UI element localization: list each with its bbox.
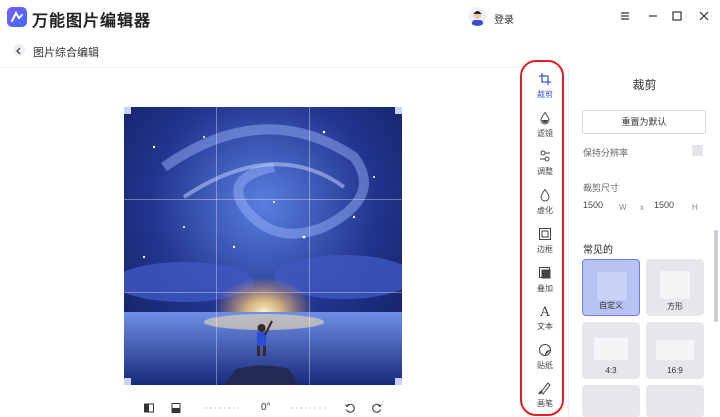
crop-grid-line bbox=[124, 292, 402, 293]
preset-thumbnail bbox=[594, 338, 628, 360]
preset-thumbnail bbox=[597, 272, 627, 300]
avatar[interactable] bbox=[468, 7, 487, 26]
crop-handle[interactable] bbox=[395, 378, 402, 385]
width-unit: W bbox=[619, 203, 627, 212]
tool-label: 滤镜 bbox=[537, 129, 553, 138]
text-icon: A bbox=[539, 305, 550, 318]
tool-adjust[interactable]: 调整 bbox=[525, 149, 565, 177]
minimize-icon[interactable] bbox=[646, 9, 660, 23]
menu-icon[interactable] bbox=[618, 9, 632, 23]
tool-label: 裁剪 bbox=[537, 90, 553, 99]
tool-label: 文本 bbox=[537, 322, 553, 331]
panel-scrollbar[interactable] bbox=[714, 230, 718, 322]
flip-horizontal-icon[interactable] bbox=[143, 402, 155, 414]
preset-custom[interactable]: 自定义 bbox=[582, 259, 640, 316]
common-ratios-heading: 常见的 bbox=[583, 245, 613, 256]
height-input[interactable]: 1500 bbox=[654, 200, 674, 210]
divider bbox=[0, 67, 520, 68]
keep-resolution-checkbox[interactable] bbox=[692, 145, 703, 156]
flip-vertical-icon[interactable] bbox=[170, 402, 182, 414]
layers-icon bbox=[539, 267, 551, 279]
preset-4-3[interactable]: 4:3 bbox=[582, 322, 640, 379]
sticker-icon bbox=[539, 344, 551, 356]
tool-brush[interactable]: 画笔 bbox=[525, 381, 565, 409]
maximize-icon[interactable] bbox=[670, 9, 684, 23]
preset-label: 4:3 bbox=[605, 366, 617, 375]
crop-handle[interactable] bbox=[395, 107, 402, 114]
back-button[interactable] bbox=[13, 44, 25, 56]
preset-16-9[interactable]: 16:9 bbox=[646, 322, 704, 379]
reset-default-button[interactable]: 重置为默认 bbox=[582, 110, 706, 134]
preset-label: 方形 bbox=[667, 302, 683, 311]
preset-thumbnail bbox=[660, 271, 690, 299]
brush-icon bbox=[538, 382, 551, 395]
preset-square[interactable]: 方形 bbox=[646, 259, 704, 316]
tool-crop[interactable]: 裁剪 bbox=[525, 72, 565, 100]
crop-grid-line bbox=[309, 107, 310, 385]
panel-title: 裁剪 bbox=[632, 78, 657, 92]
tool-label: 调整 bbox=[537, 167, 553, 176]
crop-grid-line bbox=[124, 199, 402, 200]
blur-drop-icon bbox=[540, 188, 550, 202]
breadcrumb: 图片综合编辑 bbox=[33, 47, 99, 59]
height-unit: H bbox=[692, 203, 698, 212]
app-logo-icon bbox=[7, 7, 27, 27]
times-symbol: x bbox=[640, 203, 644, 212]
preset-label: 16:9 bbox=[667, 366, 683, 375]
crop-handle[interactable] bbox=[124, 107, 131, 114]
app-title: 万能图片编辑器 bbox=[32, 13, 152, 30]
preset-more[interactable] bbox=[646, 385, 704, 417]
tool-label: 边框 bbox=[537, 245, 553, 254]
tool-label: 叠加 bbox=[537, 284, 553, 293]
tool-label: 贴纸 bbox=[537, 361, 553, 370]
chevron-left-icon bbox=[16, 47, 21, 55]
tool-blur[interactable]: 虚化 bbox=[525, 188, 565, 216]
image-canvas[interactable] bbox=[124, 107, 402, 385]
rotate-left-icon[interactable] bbox=[344, 402, 356, 414]
tool-sticker[interactable]: 贴纸 bbox=[525, 343, 565, 371]
title-bar: 万能图片编辑器 登录 bbox=[0, 0, 720, 34]
tool-text[interactable]: A 文本 bbox=[525, 304, 565, 332]
tool-border[interactable]: 边框 bbox=[525, 227, 565, 255]
crop-handle[interactable] bbox=[124, 378, 131, 385]
rotation-slider-left[interactable] bbox=[196, 407, 252, 409]
crop-grid-line bbox=[216, 107, 217, 385]
crop-icon bbox=[539, 73, 551, 85]
tool-filter[interactable]: 滤镜 bbox=[525, 111, 565, 139]
canvas-image bbox=[124, 107, 402, 385]
crop-size-label: 裁剪尺寸 bbox=[583, 183, 620, 193]
rotation-angle: 0° bbox=[261, 402, 271, 413]
rotate-right-icon[interactable] bbox=[371, 402, 383, 414]
preset-label: 自定义 bbox=[599, 301, 623, 310]
frame-icon bbox=[539, 228, 551, 240]
drop-icon bbox=[540, 111, 550, 125]
panel-divider bbox=[568, 68, 569, 417]
width-input[interactable]: 1500 bbox=[583, 200, 603, 210]
tool-overlay[interactable]: 叠加 bbox=[525, 266, 565, 294]
adjust-icon bbox=[540, 150, 550, 162]
close-icon[interactable] bbox=[697, 9, 711, 23]
tool-label: 虚化 bbox=[537, 206, 553, 215]
svg-text:A: A bbox=[539, 305, 550, 318]
tool-label: 画笔 bbox=[537, 399, 553, 408]
keep-resolution-label: 保持分辨率 bbox=[583, 148, 629, 158]
preset-thumbnail bbox=[656, 340, 694, 360]
preset-more[interactable] bbox=[582, 385, 640, 417]
login-link[interactable]: 登录 bbox=[494, 11, 514, 26]
rotation-slider-right[interactable] bbox=[282, 407, 338, 409]
